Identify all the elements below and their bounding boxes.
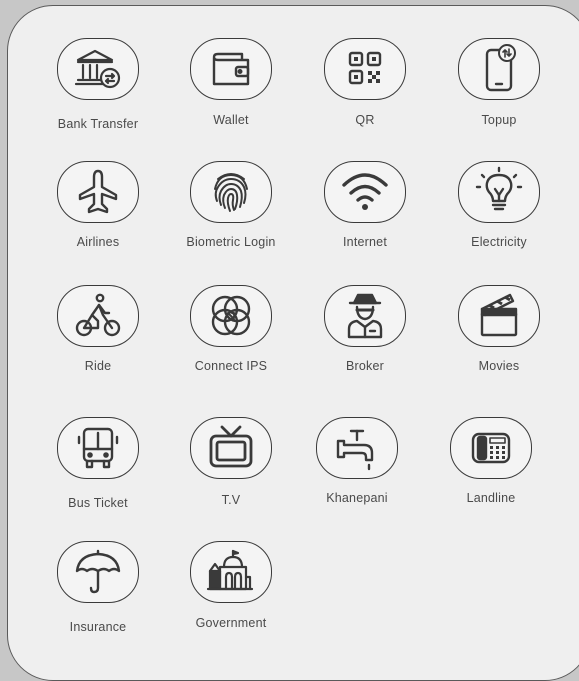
water-tap-icon [316, 417, 398, 479]
service-label: Bus Ticket [68, 496, 128, 510]
telephone-icon [450, 417, 532, 479]
service-connect-ips[interactable]: Connect IPS [156, 285, 306, 405]
service-label: Government [195, 616, 267, 630]
service-government[interactable]: Government [156, 541, 306, 661]
lightbulb-icon [458, 161, 540, 223]
service-label: Topup [481, 113, 517, 127]
service-label: Insurance [69, 620, 127, 634]
bus-icon [57, 417, 139, 479]
service-label: Airlines [76, 235, 120, 249]
service-qr[interactable]: QR [290, 38, 440, 158]
service-khanepani[interactable]: Khanepani [282, 417, 432, 537]
umbrella-icon [57, 541, 139, 603]
broker-person-icon [324, 285, 406, 347]
service-label: Khanepani [326, 491, 388, 505]
service-biometric-login[interactable]: Biometric Login [156, 161, 306, 281]
service-label: Broker [345, 359, 385, 373]
service-bank-transfer[interactable]: Bank Transfer [23, 38, 173, 158]
wifi-icon [324, 161, 406, 223]
service-wallet[interactable]: Wallet [156, 38, 306, 158]
clapperboard-icon [458, 285, 540, 347]
connect-ips-icon [190, 285, 272, 347]
government-building-icon [190, 541, 272, 603]
service-landline[interactable]: Landline [416, 417, 566, 537]
service-airlines[interactable]: Airlines [23, 161, 173, 281]
service-ride[interactable]: Ride [23, 285, 173, 405]
service-label: Landline [466, 491, 516, 505]
wallet-icon [190, 38, 272, 100]
service-label: Movies [478, 359, 520, 373]
service-label: Biometric Login [186, 235, 276, 249]
bank-transfer-icon [57, 38, 139, 100]
service-label: Wallet [213, 113, 249, 127]
service-label: Connect IPS [194, 359, 268, 373]
service-label: QR [355, 113, 375, 127]
service-label: Bank Transfer [57, 117, 139, 131]
service-internet[interactable]: Internet [290, 161, 440, 281]
service-broker[interactable]: Broker [290, 285, 440, 405]
service-electricity[interactable]: Electricity [424, 161, 574, 281]
service-label: Internet [343, 235, 387, 249]
qr-code-icon [324, 38, 406, 100]
airplane-icon [57, 161, 139, 223]
fingerprint-icon [190, 161, 272, 223]
service-bus-ticket[interactable]: Bus Ticket [23, 417, 173, 537]
service-topup[interactable]: Topup [424, 38, 574, 158]
service-movies[interactable]: Movies [424, 285, 574, 405]
mobile-topup-icon [458, 38, 540, 100]
service-label: T.V [221, 493, 241, 507]
service-label: Ride [84, 359, 112, 373]
cyclist-icon [57, 285, 139, 347]
service-label: Electricity [471, 235, 527, 249]
service-insurance[interactable]: Insurance [23, 541, 173, 661]
television-icon [190, 417, 272, 479]
